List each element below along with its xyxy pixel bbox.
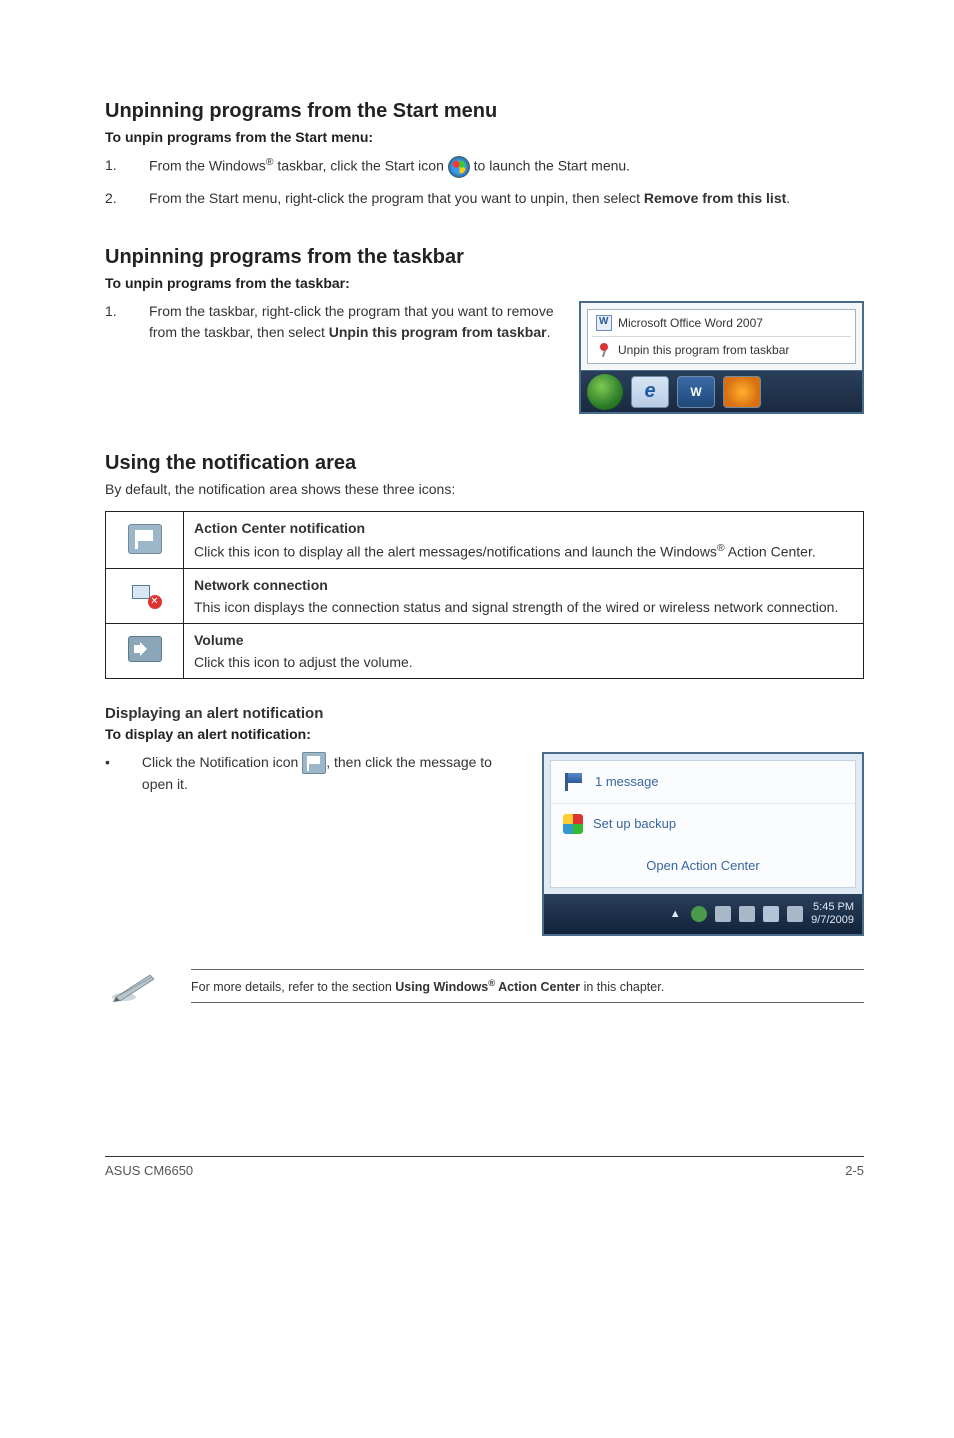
cell-body: This icon displays the connection status… <box>194 599 853 615</box>
taskbar-word-icon[interactable]: W <box>677 376 715 408</box>
taskbar: W <box>581 370 862 412</box>
step-text: . <box>786 190 790 206</box>
action-center-popup-screenshot: 1 message Set up backup Open Action Cent… <box>542 752 864 936</box>
tray-clock[interactable]: 5:45 PM 9/7/2009 <box>811 901 854 927</box>
step-text: . <box>547 324 551 340</box>
subhead-alert-notification: To display an alert notification: <box>105 726 864 742</box>
taskbar-ie-icon[interactable] <box>631 376 669 408</box>
popup-message-count: 1 message <box>595 774 659 789</box>
cell-body: Click this icon to adjust the volume. <box>194 654 853 670</box>
heading-notification-area: Using the notification area <box>105 452 864 475</box>
shield-icon <box>563 814 583 834</box>
page-footer: ASUS CM6650 2-5 <box>105 1156 864 1178</box>
tray-volume-icon[interactable] <box>739 906 755 922</box>
taskbar-tray: ▲ 5:45 PM 9/7/2009 <box>544 894 862 934</box>
note-block: For more details, refer to the section U… <box>105 966 864 1006</box>
note-text: For more details, refer to the section U… <box>191 969 864 1003</box>
intro-text: By default, the notification area shows … <box>105 481 864 497</box>
bullet-text: Click the Notification icon <box>142 754 302 770</box>
heading-unpin-start: Unpinning programs from the Start menu <box>105 100 864 123</box>
word-icon <box>596 315 612 331</box>
step-text: From the Windows <box>149 158 266 174</box>
volume-icon <box>128 636 162 662</box>
section-unpin-start: Unpinning programs from the Start menu T… <box>105 100 864 208</box>
table-row: Network connection This icon displays th… <box>106 568 864 623</box>
note-bold: Action Center <box>495 980 580 994</box>
step-text-bold: Remove from this list <box>644 190 786 206</box>
note-bold: Using Windows <box>395 980 488 994</box>
step-1: 1. From the taskbar, right-click the pro… <box>105 301 559 342</box>
note-pre: For more details, refer to the section <box>191 980 395 994</box>
tray-time: 5:45 PM <box>811 901 854 914</box>
popup-backup-label: Set up backup <box>593 816 676 831</box>
tray-flag-icon[interactable] <box>763 906 779 922</box>
cell-title: Action Center notification <box>194 520 853 536</box>
step-number: 2. <box>105 188 149 208</box>
footer-product: ASUS CM6650 <box>105 1163 193 1178</box>
section-unpin-taskbar: Unpinning programs from the taskbar To u… <box>105 246 864 414</box>
cell-text: Action Center. <box>725 544 816 560</box>
notification-icon-table: Action Center notification Click this ic… <box>105 511 864 679</box>
heading-alert-notification: Displaying an alert notification <box>105 705 864 722</box>
tray-misc-icon[interactable] <box>787 906 803 922</box>
step-number: 1. <box>105 301 149 342</box>
footer-page-number: 2-5 <box>845 1163 864 1178</box>
cell-text: Click this icon to display all the alert… <box>194 544 717 560</box>
step-number: 1. <box>105 155 149 178</box>
note-post: in this chapter. <box>580 980 664 994</box>
table-row: Action Center notification Click this ic… <box>106 512 864 569</box>
context-menu: Microsoft Office Word 2007 Unpin this pr… <box>587 309 856 364</box>
cell-body: Click this icon to display all the alert… <box>194 542 853 560</box>
context-menu-label: Unpin this program from taskbar <box>618 343 789 357</box>
subhead-unpin-start: To unpin programs from the Start menu: <box>105 129 864 145</box>
start-button-icon[interactable] <box>587 374 623 410</box>
cell-title: Network connection <box>194 577 853 593</box>
tray-network-icon[interactable] <box>715 906 731 922</box>
step-text-bold: Unpin this program from taskbar <box>329 324 547 340</box>
step-text: to launch the Start menu. <box>470 158 630 174</box>
taskbar-media-player-icon[interactable] <box>723 376 761 408</box>
unpin-icon <box>596 342 612 358</box>
bullet-item: • Click the Notification icon , then cli… <box>105 752 522 795</box>
step-text: From the Start menu, right-click the pro… <box>149 190 644 206</box>
context-menu-label: Microsoft Office Word 2007 <box>618 316 763 330</box>
section-alert-notification: Displaying an alert notification To disp… <box>105 705 864 936</box>
action-center-icon <box>128 524 162 554</box>
context-menu-item-unpin[interactable]: Unpin this program from taskbar <box>588 337 855 363</box>
tray-date: 9/7/2009 <box>811 914 854 927</box>
open-action-center-link[interactable]: Open Action Center <box>551 844 855 887</box>
popup-backup-row[interactable]: Set up backup <box>551 804 855 844</box>
notification-flag-icon <box>302 752 326 774</box>
step-1: 1. From the Windows® taskbar, click the … <box>105 155 864 178</box>
flag-icon <box>563 771 585 793</box>
reg-mark: ® <box>717 542 725 554</box>
heading-unpin-taskbar: Unpinning programs from the taskbar <box>105 246 864 269</box>
cell-title: Volume <box>194 632 853 648</box>
subhead-unpin-taskbar: To unpin programs from the taskbar: <box>105 275 864 291</box>
context-menu-screenshot: Microsoft Office Word 2007 Unpin this pr… <box>579 301 864 414</box>
section-notification-area: Using the notification area By default, … <box>105 452 864 679</box>
pencil-icon <box>105 966 165 1006</box>
step-text: taskbar, click the Start icon <box>273 158 447 174</box>
table-row: Volume Click this icon to adjust the vol… <box>106 623 864 678</box>
popup-message-row[interactable]: 1 message <box>551 761 855 804</box>
bullet-dot: • <box>105 752 110 795</box>
tray-status-icon[interactable] <box>691 906 707 922</box>
network-icon <box>130 581 160 607</box>
step-2: 2. From the Start menu, right-click the … <box>105 188 864 208</box>
tray-arrow-icon[interactable]: ▲ <box>667 906 683 922</box>
start-icon <box>448 156 470 178</box>
context-menu-item-word[interactable]: Microsoft Office Word 2007 <box>588 310 855 336</box>
